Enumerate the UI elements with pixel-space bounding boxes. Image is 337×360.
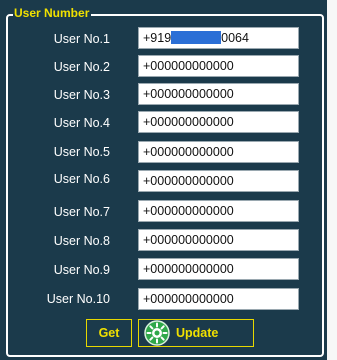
user-10-label: User No.10 (46, 292, 110, 306)
user-7-label: User No.7 (53, 205, 110, 219)
redaction-block (171, 31, 222, 44)
user-9-label: User No.9 (53, 263, 110, 277)
user-3-label: User No.3 (53, 88, 110, 102)
user-1-value-prefix: +919 (143, 31, 172, 45)
user-8-label: User No.8 (53, 234, 110, 248)
user-2-label: User No.2 (53, 60, 110, 74)
group-legend: User Number (13, 5, 92, 21)
user-7-number-field[interactable]: +000000000000 (138, 200, 299, 222)
user-5-label: User No.5 (53, 145, 110, 159)
user-6-number-field[interactable]: +000000000000 (138, 170, 299, 192)
user-6-label: User No.6 (53, 172, 110, 186)
user-1-number-field[interactable]: +919 0064 (138, 27, 299, 49)
user-8-number-field[interactable]: +000000000000 (138, 229, 299, 251)
user-5-number-field[interactable]: +000000000000 (138, 141, 299, 163)
user-9-number-field[interactable]: +000000000000 (138, 258, 299, 280)
user-10-number-field[interactable]: +000000000000 (138, 288, 299, 310)
user-4-label: User No.4 (53, 116, 110, 130)
user-number-panel: User Number User No.1 +919 0064 User No.2… (0, 0, 337, 360)
update-button[interactable]: Update (138, 319, 254, 347)
update-button-label: Update (176, 326, 219, 340)
get-button-label: Get (98, 326, 120, 340)
get-button[interactable]: Get (86, 319, 132, 347)
user-1-value-suffix: 0064 (221, 31, 249, 45)
refresh-gear-icon (144, 320, 170, 346)
window-edge-strip (327, 0, 337, 360)
user-1-label: User No.1 (53, 32, 110, 46)
user-4-number-field[interactable]: +000000000000 (138, 111, 299, 133)
user-3-number-field[interactable]: +000000000000 (138, 83, 299, 105)
user-2-number-field[interactable]: +000000000000 (138, 55, 299, 77)
